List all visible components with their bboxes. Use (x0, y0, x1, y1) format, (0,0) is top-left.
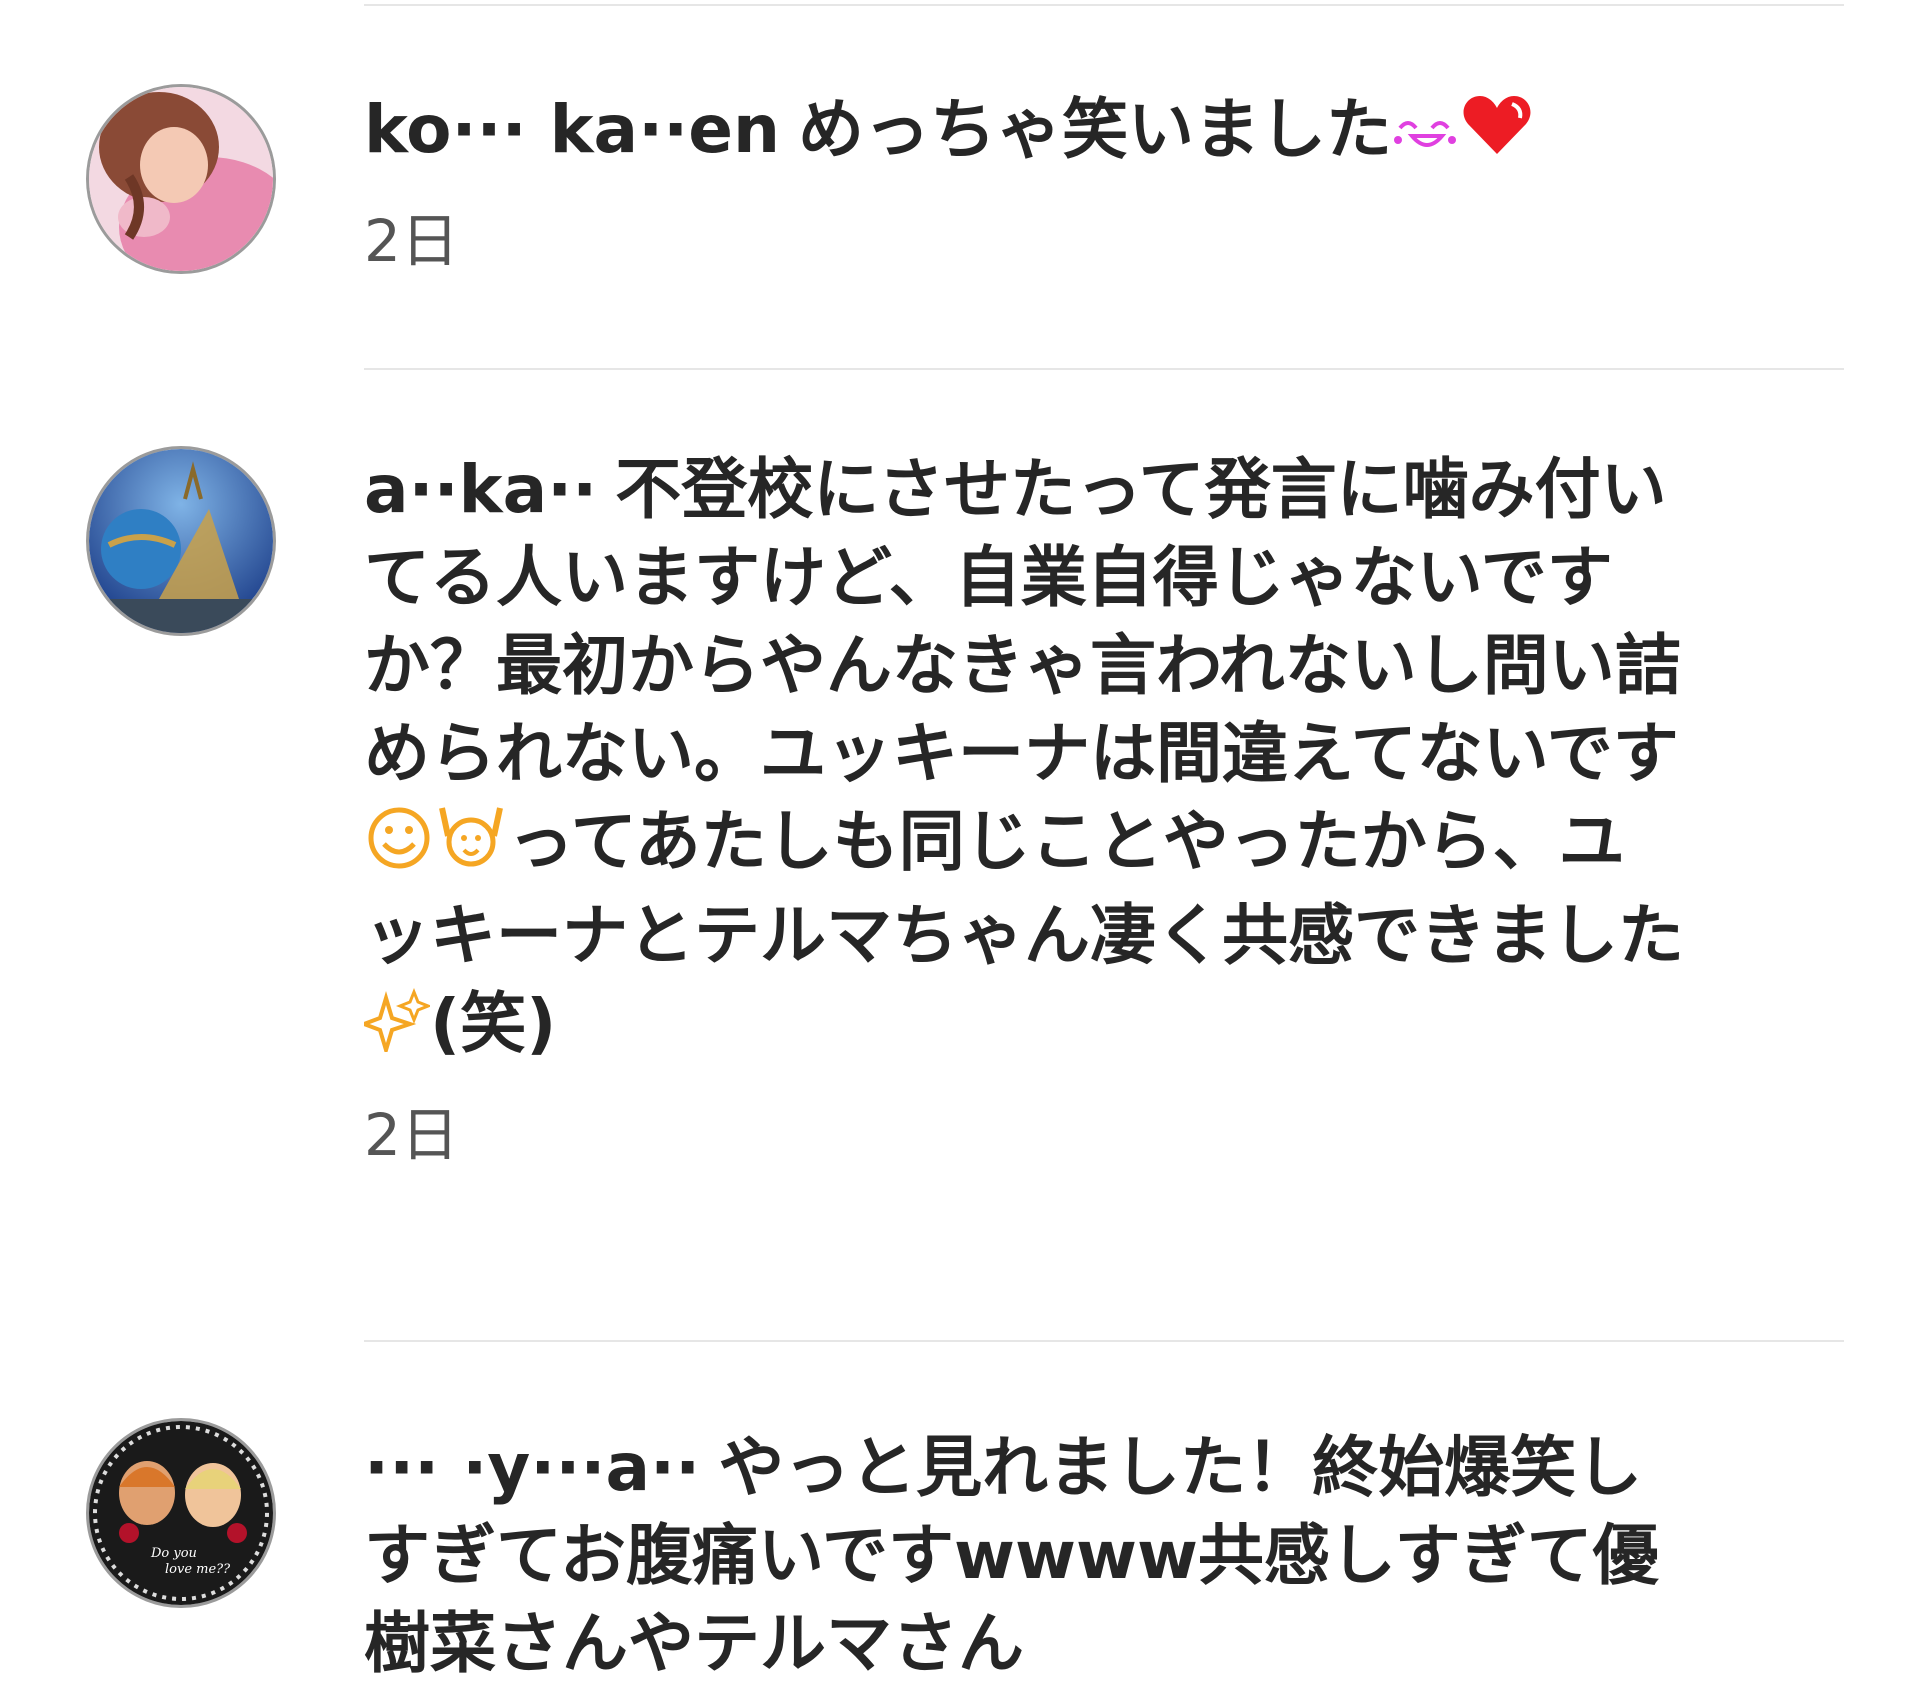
comment-timestamp: 2日 (364, 1101, 459, 1169)
avatar-photo-icon: Do you love me?? (89, 1421, 273, 1605)
comment-text: a··ka·· 不登校にさせたって発言に噛み付いてる人いますけど、自業自得じゃない… (358, 446, 1684, 1074)
svg-text:love me??: love me?? (165, 1562, 231, 1577)
svg-text:Do you: Do you (150, 1546, 197, 1561)
avatar[interactable] (86, 84, 276, 274)
avatar-photo-icon (89, 449, 273, 633)
smile-icon (364, 804, 434, 892)
avatar-photo-icon (89, 87, 273, 271)
laughing-face-icon (1392, 92, 1462, 180)
comment-content-cont: ってあたしも同じことやったから、ユッキーナとテルマちゃん凄く共感できました (364, 803, 1684, 974)
divider (364, 368, 1844, 370)
comment-content: めっちゃ笑いました (797, 91, 1392, 168)
sparkle-icon (358, 986, 433, 1074)
divider (364, 4, 1844, 6)
comment-username[interactable]: ko··· ka··en (364, 91, 780, 168)
comment-text: ko··· ka··en めっちゃ笑いました (364, 86, 1684, 180)
avatar[interactable]: Do you love me?? (86, 1418, 276, 1608)
heart-icon (1462, 92, 1532, 180)
comment-content-end: (笑) (430, 985, 557, 1062)
comment-list: ko··· ka··en めっちゃ笑いました 2日 a··ka·· 不登校にさせ… (0, 0, 1920, 1682)
comment-text: ··· ·y···a·· やっと見れました！終始爆笑しすぎてお腹痛いですwwww共… (364, 1424, 1684, 1688)
comment-username[interactable]: a··ka·· (364, 451, 597, 528)
raised-hands-icon (434, 802, 508, 892)
divider (364, 1340, 1844, 1342)
avatar[interactable] (86, 446, 276, 636)
comment-username[interactable]: ··· ·y···a·· (364, 1429, 700, 1506)
comment-timestamp: 2日 (364, 207, 459, 275)
